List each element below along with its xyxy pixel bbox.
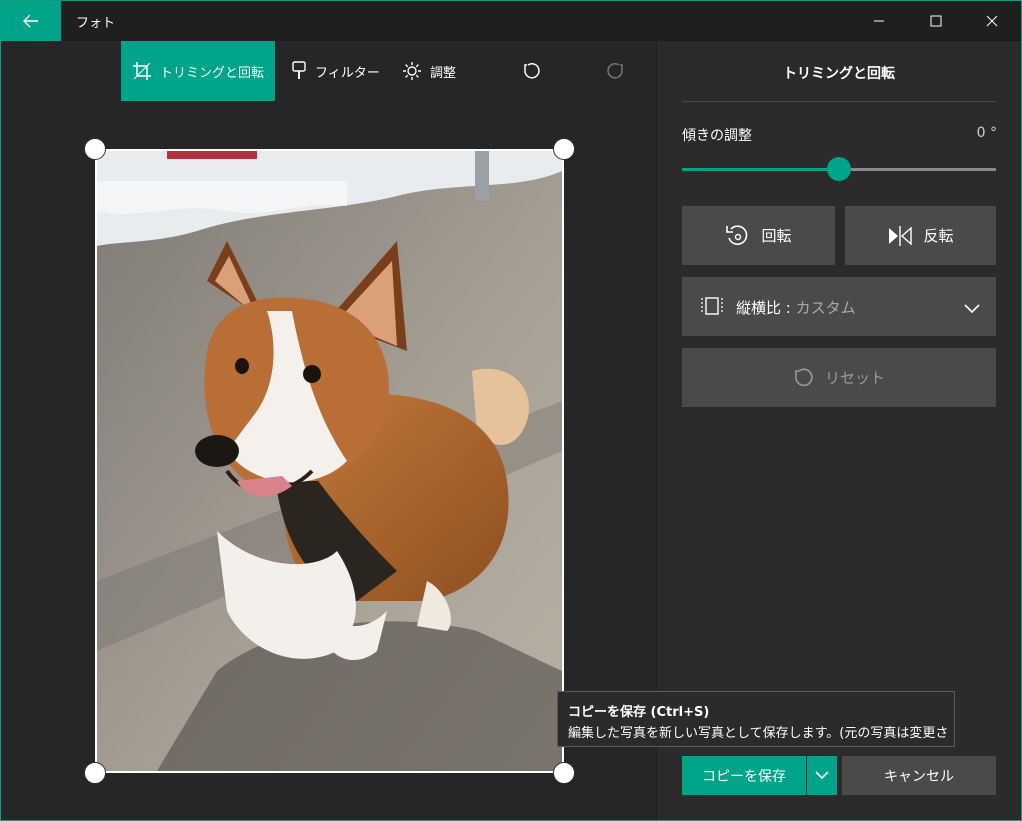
tilt-slider-thumb[interactable] (827, 157, 851, 181)
flip-label: 反転 (923, 227, 954, 245)
tilt-slider[interactable] (682, 157, 996, 181)
tilt-slider-fill (682, 168, 839, 171)
title-bar: フォト (1, 1, 1021, 41)
reset-label: リセット (824, 369, 885, 387)
photo-crop-region[interactable] (95, 149, 564, 773)
tooltip-body: 編集した写真を新しい写真として保存します。(元の写真は変更さ (568, 726, 949, 741)
redo-button[interactable] (604, 41, 628, 101)
tab-adjust-label: 調整 (430, 65, 457, 81)
close-icon (986, 15, 998, 27)
tab-adjust[interactable]: 調整 (402, 41, 456, 101)
minimize-icon (874, 20, 884, 22)
aspect-ratio-dropdown[interactable]: 縦横比 : カスタム (682, 277, 996, 336)
tab-crop-rotate-label: トリミングと回転 (159, 65, 264, 81)
maximize-icon (930, 15, 942, 27)
crop-handle-bottom-left[interactable] (84, 762, 106, 784)
reset-icon (793, 367, 815, 389)
aspect-ratio-value: カスタム (795, 299, 856, 317)
chevron-down-icon (964, 299, 980, 318)
crop-handle-top-left[interactable] (84, 138, 106, 160)
maximize-button[interactable] (907, 1, 965, 41)
aspect-ratio-text: 縦横比 : カスタム (736, 297, 856, 318)
back-arrow-icon (23, 14, 38, 28)
aspect-ratio-icon (700, 296, 724, 320)
rotate-label: 回転 (761, 227, 792, 245)
flip-icon (887, 225, 913, 247)
reset-button[interactable]: リセット (682, 348, 996, 407)
crop-handle-bottom-right[interactable] (553, 762, 575, 784)
photos-window: フォト トリミングと回転 フィルター 調整 トリミングと回転 傾きの調整 0 °… (0, 0, 1022, 821)
crop-handle-top-right[interactable] (553, 138, 575, 160)
edit-toolbar: トリミングと回転 フィルター 調整 (1, 41, 656, 101)
tilt-value: 0 ° (976, 125, 997, 141)
flip-button[interactable]: 反転 (845, 206, 996, 265)
panel-title: トリミングと回転 (783, 66, 895, 82)
back-button[interactable] (1, 1, 61, 41)
undo-button[interactable] (519, 41, 543, 101)
aspect-ratio-label: 縦横比 : (736, 299, 796, 317)
tab-filter[interactable]: フィルター (291, 41, 380, 101)
panel-divider (682, 101, 996, 102)
rotate-button[interactable]: 回転 (682, 206, 835, 265)
undo-icon (524, 63, 540, 79)
tilt-label: 傾きの調整 (682, 128, 752, 144)
tooltip-title: コピーを保存 (Ctrl+S) (568, 705, 710, 720)
crop-icon (132, 61, 152, 81)
minimize-button[interactable] (850, 1, 908, 41)
tab-filter-label: フィルター (315, 65, 380, 81)
app-title: フォト (76, 16, 116, 31)
chevron-down-icon (815, 771, 829, 780)
rotate-icon (725, 223, 751, 249)
save-tooltip: コピーを保存 (Ctrl+S) 編集した写真を新しい写真として保存します。(元の… (557, 691, 955, 747)
close-button[interactable] (963, 1, 1021, 41)
brightness-icon (402, 61, 422, 81)
tab-crop-rotate[interactable]: トリミングと回転 (121, 41, 275, 101)
save-copy-button[interactable]: コピーを保存 (682, 756, 806, 795)
save-options-button[interactable] (807, 756, 837, 795)
cancel-button[interactable]: キャンセル (842, 756, 996, 795)
brush-icon (291, 61, 307, 81)
dog-photo (97, 151, 562, 771)
redo-icon (607, 63, 623, 79)
